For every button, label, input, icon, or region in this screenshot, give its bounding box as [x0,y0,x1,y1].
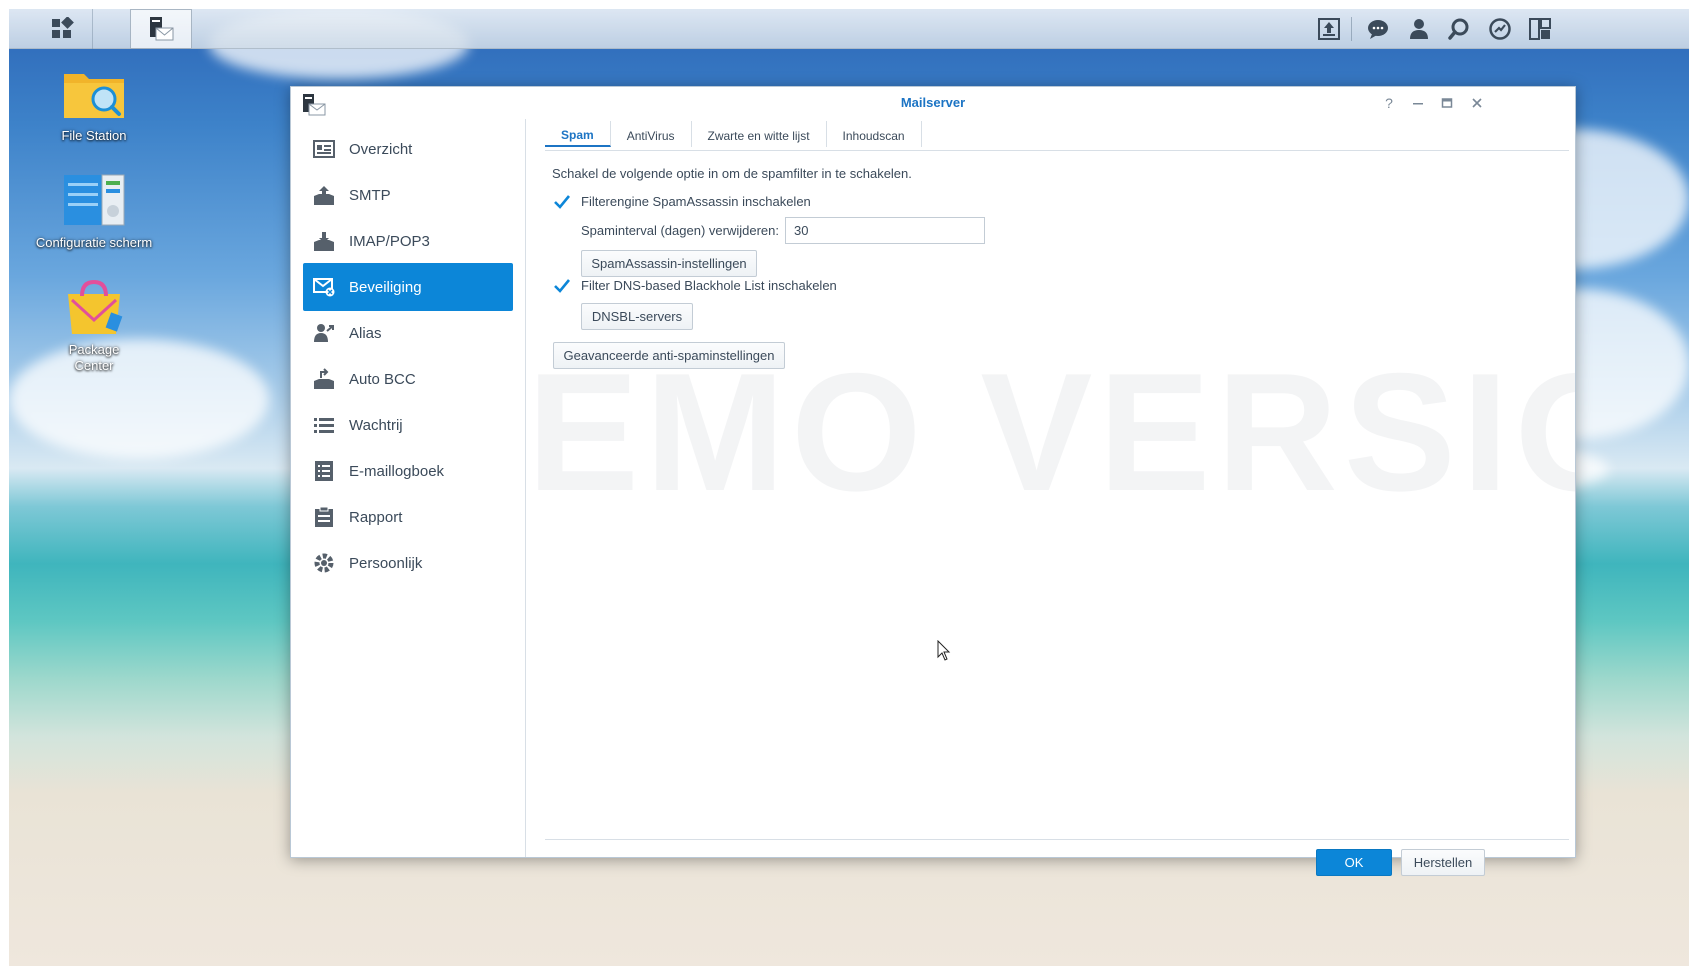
tab-zwarte-en-witte-lijst[interactable]: Zwarte en witte lijst [692,121,827,147]
sidebar-item-overzicht[interactable]: Overzicht [303,125,513,173]
overview-icon [311,137,337,161]
control-panel-icon [62,173,126,229]
spamassassin-label: Filterengine SpamAssassin inschakelen [581,194,811,209]
tab-spam[interactable]: Spam [545,121,611,147]
help-icon: ? [1385,95,1393,111]
minimize-button[interactable] [1406,93,1430,113]
sidebar-item-label: Overzicht [349,140,413,158]
auto-bcc-icon [311,367,337,391]
report-icon [311,505,337,529]
sidebar-item-label: SMTP [349,186,391,204]
spam-interval-input[interactable]: 30 [785,217,985,244]
upload-button[interactable] [1312,9,1346,49]
smtp-icon [311,183,337,207]
sidebar-item-beveiliging[interactable]: Beveiliging [303,263,513,311]
mailserver-app-icon [150,17,174,41]
sidebar-item-persoonlijk[interactable]: Persoonlijk [303,539,513,587]
chat-button[interactable] [1361,9,1395,49]
dnsbl-servers-button[interactable]: DNSBL-servers [581,303,693,330]
maximize-button[interactable] [1435,93,1459,113]
sidebar-item-e-maillogboek[interactable]: E-maillogboek [303,447,513,495]
sidebar-item-label: IMAP/POP3 [349,232,430,250]
sidebar-item-wachtrij[interactable]: Wachtrij [303,401,513,449]
main-menu-button[interactable] [31,9,93,49]
tab-inhoudscan[interactable]: Inhoudscan [827,121,922,147]
upload-icon [1318,18,1340,40]
personal-icon [311,551,337,575]
sidebar-item-label: Wachtrij [349,416,403,434]
sidebar-item-smtp[interactable]: SMTP [303,171,513,219]
close-button[interactable] [1465,93,1489,113]
tab-bar: Spam AntiVirus Zwarte en witte lijst Inh… [545,119,1569,151]
taskbar-mailserver-button[interactable] [130,9,192,49]
spamassassin-settings-button[interactable]: SpamAssassin-instellingen [581,250,757,277]
alias-icon [311,321,337,345]
checkmark-icon [554,279,571,293]
help-button[interactable]: ? [1377,93,1401,113]
desktop-icon-label: Configuratie scherm [35,235,153,250]
security-icon [311,275,337,299]
desktop-icon-label: Package Center [68,342,120,373]
dashboard-button[interactable] [1483,9,1517,49]
spam-intro-text: Schakel de volgende optie in om de spamf… [552,166,912,181]
imap-icon [311,229,337,253]
mouse-cursor-icon [937,639,951,662]
spamassassin-checkbox[interactable] [553,193,571,211]
close-icon [1472,98,1482,108]
dnsbl-label: Filter DNS-based Blackhole List inschake… [581,278,837,293]
sidebar-item-label: Beveiliging [349,278,422,296]
dashboard-icon [1489,18,1511,40]
taskbar-separator [1351,17,1352,41]
sidebar-item-label: Auto BCC [349,370,416,388]
widgets-icon [1529,18,1551,40]
sidebar-item-label: Rapport [349,508,403,526]
desktop-icon-package-center[interactable]: Package Center [19,279,169,374]
desktop-icon-label: File Station [61,128,127,143]
user-button[interactable] [1402,9,1436,49]
mailserver-window: Mailserver ? Overzicht SMTP IMAP/POP3 Be… [290,86,1576,876]
desktop-icon-file-station[interactable]: File Station [19,66,169,144]
footer-divider [545,839,1569,840]
sidebar-item-label: E-maillogboek [349,462,445,480]
file-station-icon [62,66,126,122]
search-icon [1448,18,1469,40]
dnsbl-checkbox[interactable] [553,277,571,295]
sidebar-item-label: Alias [349,324,382,342]
mail-log-icon [311,459,337,483]
desktop-icon-configuratie-scherm[interactable]: Configuratie scherm [19,173,169,251]
reset-button[interactable]: Herstellen [1401,849,1485,876]
search-button[interactable] [1442,9,1476,49]
content-panel: Spam AntiVirus Zwarte en witte lijst Inh… [527,119,1575,876]
sidebar: Overzicht SMTP IMAP/POP3 Beveiliging Ali… [291,119,526,857]
sidebar-item-alias[interactable]: Alias [303,309,513,357]
widgets-button[interactable] [1523,9,1557,49]
spam-interval-label: Spaminterval (dagen) verwijderen: [581,223,779,238]
sidebar-item-imap-pop3[interactable]: IMAP/POP3 [303,217,513,265]
checkmark-icon [554,195,571,209]
advanced-antispam-button[interactable]: Geavanceerde anti-spaminstellingen [553,342,785,369]
user-icon [1410,19,1428,39]
chat-icon [1368,20,1388,39]
package-center-icon [62,279,126,336]
queue-icon [311,413,337,437]
maximize-icon [1441,98,1453,108]
ok-button[interactable]: OK [1316,849,1392,876]
minimize-icon [1413,103,1423,105]
taskbar [9,9,1689,49]
main-menu-icon [51,17,74,38]
sidebar-item-auto-bcc[interactable]: Auto BCC [303,355,513,403]
sidebar-item-label: Persoonlijk [349,554,423,572]
tab-antivirus[interactable]: AntiVirus [611,121,692,147]
sidebar-item-rapport[interactable]: Rapport [303,493,513,541]
